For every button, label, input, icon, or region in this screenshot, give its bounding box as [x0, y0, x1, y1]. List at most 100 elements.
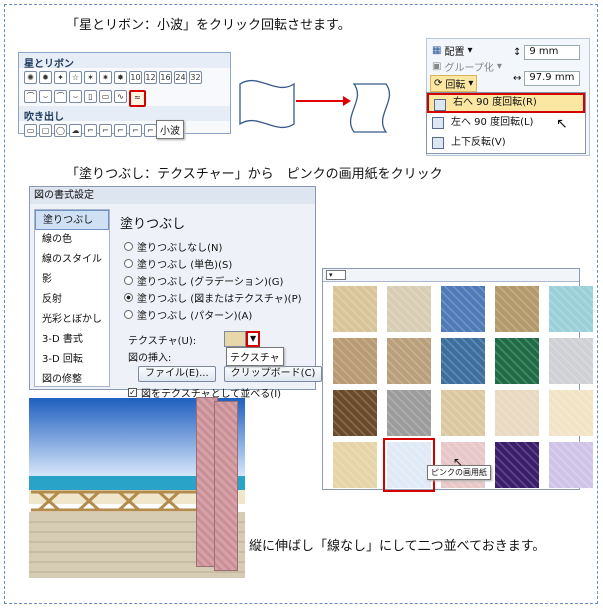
- group-label: グループ化: [444, 63, 494, 74]
- callout-line4-icon[interactable]: ⌐: [129, 124, 142, 137]
- texture-tile[interactable]: [549, 390, 593, 436]
- option-label: 塗りつぶし (パターン)(A): [137, 311, 253, 322]
- texture-tile[interactable]: [549, 442, 593, 488]
- texture-tile[interactable]: [441, 390, 485, 436]
- callout-oval-icon[interactable]: ◯: [54, 124, 67, 137]
- star24-icon[interactable]: 24: [174, 71, 187, 84]
- radio-selected-icon: [124, 293, 133, 302]
- callout-cloud-icon[interactable]: ☁: [69, 124, 82, 137]
- width-icon: ↔: [513, 73, 522, 84]
- group-icon: ▣: [432, 61, 442, 72]
- sidebar-item-3d-rotation[interactable]: 3-D 回転: [35, 350, 109, 370]
- option-label: 塗りつぶしなし(N): [137, 243, 223, 254]
- wave-icon[interactable]: ∿: [114, 90, 127, 103]
- sidebar-item-line-color[interactable]: 線の色: [35, 230, 109, 250]
- texture-tooltip: テクスチャ: [226, 347, 284, 366]
- star32-icon[interactable]: 32: [189, 71, 202, 84]
- texture-tile[interactable]: [495, 442, 539, 488]
- fill-heading: 塗りつぶし: [120, 217, 186, 232]
- star4-icon[interactable]: ✦: [54, 71, 67, 84]
- width-input[interactable]: 97.9 mm: [524, 71, 581, 86]
- shape-tooltip: 小波: [156, 120, 184, 139]
- align-icon: ▦: [432, 45, 442, 56]
- texture-tile[interactable]: [441, 338, 485, 384]
- menu-flip-vertical[interactable]: 上下反転(V): [427, 133, 585, 153]
- texture-dropdown-icon[interactable]: ▼: [246, 331, 261, 347]
- texture-preview[interactable]: [224, 331, 247, 347]
- shapes-gallery: 星とリボン ✺ ✹ ✦ ☆ ✶ ✷ ✸ 10 12 16 24 32 ⌒ ⌣ ⌒…: [18, 52, 231, 137]
- width-control: ↔ 97.9 mm: [513, 71, 581, 86]
- explosion2-icon[interactable]: ✹: [39, 71, 52, 84]
- mouse-cursor-icon: ↖: [556, 116, 568, 132]
- texture-tile[interactable]: [495, 338, 539, 384]
- option-no-fill[interactable]: 塗りつぶしなし(N): [116, 238, 312, 255]
- double-wave-icon[interactable]: ≈: [129, 90, 146, 107]
- texture-tile[interactable]: [387, 338, 431, 384]
- texture-picker[interactable]: ▼: [224, 331, 261, 347]
- section-stars-ribbons: 星とリボン: [19, 53, 230, 70]
- star8-icon[interactable]: ✸: [114, 71, 127, 84]
- star7-icon[interactable]: ✷: [99, 71, 112, 84]
- texture-tile[interactable]: [387, 286, 431, 332]
- file-button[interactable]: ファイル(E)...: [138, 366, 216, 382]
- sidebar-item-line-style[interactable]: 線のスタイル: [35, 250, 109, 270]
- texture-tile[interactable]: [549, 286, 593, 332]
- star6-icon[interactable]: ✶: [84, 71, 97, 84]
- curved-ribbon-up-icon[interactable]: ⌒: [54, 90, 67, 103]
- callout-line3-icon[interactable]: ⌐: [114, 124, 127, 137]
- texture-tile[interactable]: [333, 338, 377, 384]
- wave-transform-illustration: [239, 79, 391, 133]
- texture-tile[interactable]: [333, 390, 377, 436]
- align-button[interactable]: ▦ 配置 ▾: [432, 43, 472, 58]
- texture-tile[interactable]: [549, 338, 593, 384]
- ribbon-down-icon[interactable]: ⌣: [39, 90, 52, 103]
- texture-tile-pink-paper[interactable]: [383, 438, 435, 492]
- callout-rect-icon[interactable]: ▭: [24, 124, 37, 137]
- star5-icon[interactable]: ☆: [69, 71, 82, 84]
- explosion-icon[interactable]: ✺: [24, 71, 37, 84]
- caption-bottom: 縦に伸ばし「線なし」にして二つ並べておきます。: [249, 539, 546, 554]
- sidebar-item-reflection[interactable]: 反射: [35, 290, 109, 310]
- dialog-title: 図の書式設定: [30, 187, 315, 204]
- rotate-left-icon: [432, 117, 444, 129]
- section-callouts: 吹き出し: [19, 106, 230, 123]
- shape-row-1: ✺ ✹ ✦ ☆ ✶ ✷ ✸ 10 12 16 24 32: [19, 68, 230, 87]
- scroll-vertical-icon[interactable]: ▯: [84, 90, 97, 103]
- option-gradient-fill[interactable]: 塗りつぶし (グラデーション)(G): [116, 272, 312, 289]
- texture-tile[interactable]: [387, 390, 431, 436]
- align-label: 配置: [444, 47, 465, 58]
- option-pattern-fill[interactable]: 塗りつぶし (パターン)(A): [116, 306, 312, 323]
- callout-round-icon[interactable]: ▢: [39, 124, 52, 137]
- gallery-dropdown-icon[interactable]: ▾: [326, 270, 346, 280]
- ribbon-up-icon[interactable]: ⌒: [24, 90, 37, 103]
- sidebar-item-picture-corrections[interactable]: 図の修整: [35, 370, 109, 390]
- sidebar-item-3d-format[interactable]: 3-D 書式: [35, 330, 109, 350]
- option-solid-fill[interactable]: 塗りつぶし (単色)(S): [116, 255, 312, 272]
- star16-icon[interactable]: 16: [159, 71, 172, 84]
- radio-icon: [124, 242, 133, 251]
- clipboard-button[interactable]: クリップボード(C): [223, 366, 323, 382]
- star12-icon[interactable]: 12: [144, 71, 157, 84]
- option-picture-texture-fill[interactable]: 塗りつぶし (図またはテクスチャ)(P): [116, 289, 312, 306]
- callout-line2-icon[interactable]: ⌐: [99, 124, 112, 137]
- dropdown-icon: ▾: [467, 45, 473, 56]
- dropdown-icon: ▾: [496, 61, 502, 72]
- sidebar-item-glow[interactable]: 光彩とぼかし: [35, 310, 109, 330]
- texture-tile[interactable]: [495, 286, 539, 332]
- rotate-button[interactable]: ⟳ 回転 ▾: [430, 75, 478, 92]
- texture-tile[interactable]: [333, 442, 377, 488]
- checkbox-checked-icon[interactable]: ✓: [128, 387, 137, 397]
- height-input[interactable]: 9 mm: [524, 45, 581, 60]
- scroll-horizontal-icon[interactable]: ▭: [99, 90, 112, 103]
- callout-line1-icon[interactable]: ⌐: [84, 124, 97, 137]
- texture-tile[interactable]: [333, 286, 377, 332]
- menu-rotate-right[interactable]: 右へ 90 度回転(R): [427, 93, 585, 113]
- curved-ribbon-down-icon[interactable]: ⌣: [69, 90, 82, 103]
- shape-row-2: ⌒ ⌣ ⌒ ⌣ ▯ ▭ ∿ ≈: [19, 87, 230, 107]
- sidebar-item-fill[interactable]: 塗りつぶし: [35, 210, 109, 230]
- texture-tile[interactable]: [495, 390, 539, 436]
- sidebar-item-shadow[interactable]: 影: [35, 270, 109, 290]
- star10-icon[interactable]: 10: [129, 71, 142, 84]
- group-button[interactable]: ▣ グループ化 ▾: [432, 59, 502, 74]
- texture-tile[interactable]: [441, 286, 485, 332]
